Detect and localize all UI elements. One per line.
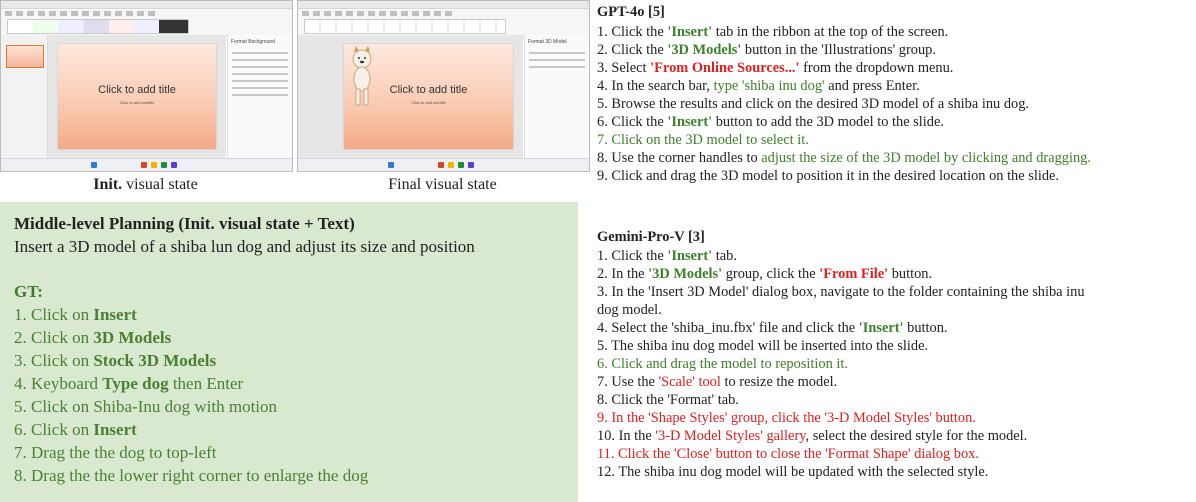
3d-model-gallery (304, 19, 506, 34)
gt-step: 4. Keyboard Type dog then Enter (14, 374, 244, 393)
slide-title-placeholder[interactable]: Click to add title (58, 84, 216, 96)
gt-step: 7. Drag the the dog to top-left (14, 443, 217, 462)
taskbar (298, 158, 589, 171)
gemini-step-2: 2. In the '3D Models' group, click the '… (597, 266, 933, 282)
ribbon (298, 9, 589, 36)
gt-step: 2. Click on 3D Models (14, 328, 172, 347)
gemini-step-4: 4. Select the 'shiba_inu.fbx' file and c… (597, 320, 948, 336)
gpt4o-heading: GPT-4o [5] (597, 4, 665, 20)
gpt4o-step-9: 9. Click and drag the 3D model to positi… (597, 168, 1060, 184)
gt-step: 3. Click on Stock 3D Models (14, 351, 217, 370)
gemini-step-5: 5. The shiba inu dog model will be inser… (597, 338, 929, 354)
shiba-dog-3d-model[interactable] (344, 45, 380, 111)
task-description: Insert a 3D model of a shiba lun dog and… (14, 237, 475, 256)
ribbon-tabs (302, 11, 452, 16)
slide-thumbnail[interactable] (6, 45, 44, 68)
slide[interactable]: Click to add title Click to add subtitle (58, 44, 216, 149)
final-screenshot: Click to add title Click to add subtitle… (297, 0, 590, 172)
gemini-step-11: 11. Click the 'Close' button to close th… (597, 446, 979, 462)
panel-header: Format Background (231, 39, 275, 45)
format-background-panel: Format Background (227, 35, 292, 159)
theme-gallery (7, 19, 189, 34)
gt-label: GT: (14, 282, 43, 301)
ribbon (1, 9, 292, 36)
gpt4o-step-3: 3. Select 'From Online Sources...' from … (597, 60, 954, 76)
gt-step: 1. Click on Insert (14, 305, 137, 324)
planning-heading: Middle-level Planning (Init. visual stat… (14, 214, 355, 233)
gt-step: 6. Click on Insert (14, 420, 137, 439)
planning-box: Middle-level Planning (Init. visual stat… (0, 202, 578, 502)
gpt4o-step-8: 8. Use the corner handles to adjust the … (597, 150, 1091, 166)
panel-header: Format 3D Model (528, 39, 567, 45)
gemini-heading: Gemini-Pro-V [3] (597, 229, 705, 245)
init-screenshot: Click to add title Click to add subtitle… (0, 0, 293, 172)
gemini-step-9: 9. In the 'Shape Styles' group, click th… (597, 410, 976, 426)
gemini-step-1: 1. Click the 'Insert' tab. (597, 248, 737, 264)
gemini-step-6: 6. Click and drag the model to repositio… (597, 356, 848, 372)
gemini-step-3a: 3. In the 'Insert 3D Model' dialog box, … (597, 284, 1085, 300)
ribbon-tabs (5, 11, 155, 16)
gt-step: 8. Drag the the lower right corner to en… (14, 466, 369, 485)
taskbar (1, 158, 292, 171)
gemini-step-10: 10. In the '3-D Model Styles' gallery, s… (597, 428, 1028, 444)
slide-thumbnails (1, 35, 48, 159)
format-3d-model-panel: Format 3D Model (524, 35, 589, 159)
slide-subtitle-placeholder[interactable]: Click to add subtitle (58, 100, 216, 105)
gpt4o-step-4: 4. In the search bar, type 'shiba inu do… (597, 78, 920, 94)
gpt4o-step-5: 5. Browse the results and click on the d… (597, 96, 1030, 112)
gpt4o-step-2: 2. Click the '3D Models' button in the '… (597, 42, 936, 58)
gpt4o-step-1: 1. Click the 'Insert' tab in the ribbon … (597, 24, 949, 40)
gpt4o-step-6: 6. Click the 'Insert' button to add the … (597, 114, 944, 130)
final-caption: Final visual state (388, 176, 497, 193)
window-titlebar (1, 1, 292, 9)
gemini-step-7: 7. Use the 'Scale' tool to resize the mo… (597, 374, 838, 390)
gemini-step-12: 12. The shiba inu dog model will be upda… (597, 464, 989, 480)
gemini-step-3b: dog model. (597, 302, 662, 318)
window-titlebar (298, 1, 589, 9)
slide-canvas: Click to add title Click to add subtitle (298, 35, 523, 159)
gemini-step-8: 8. Click the 'Format' tab. (597, 392, 739, 408)
slide-canvas: Click to add title Click to add subtitle (48, 35, 226, 159)
gt-step: 5. Click on Shiba-Inu dog with motion (14, 397, 278, 416)
gpt4o-step-7: 7. Click on the 3D model to select it. (597, 132, 809, 148)
init-caption: Init. visual state (93, 176, 198, 193)
